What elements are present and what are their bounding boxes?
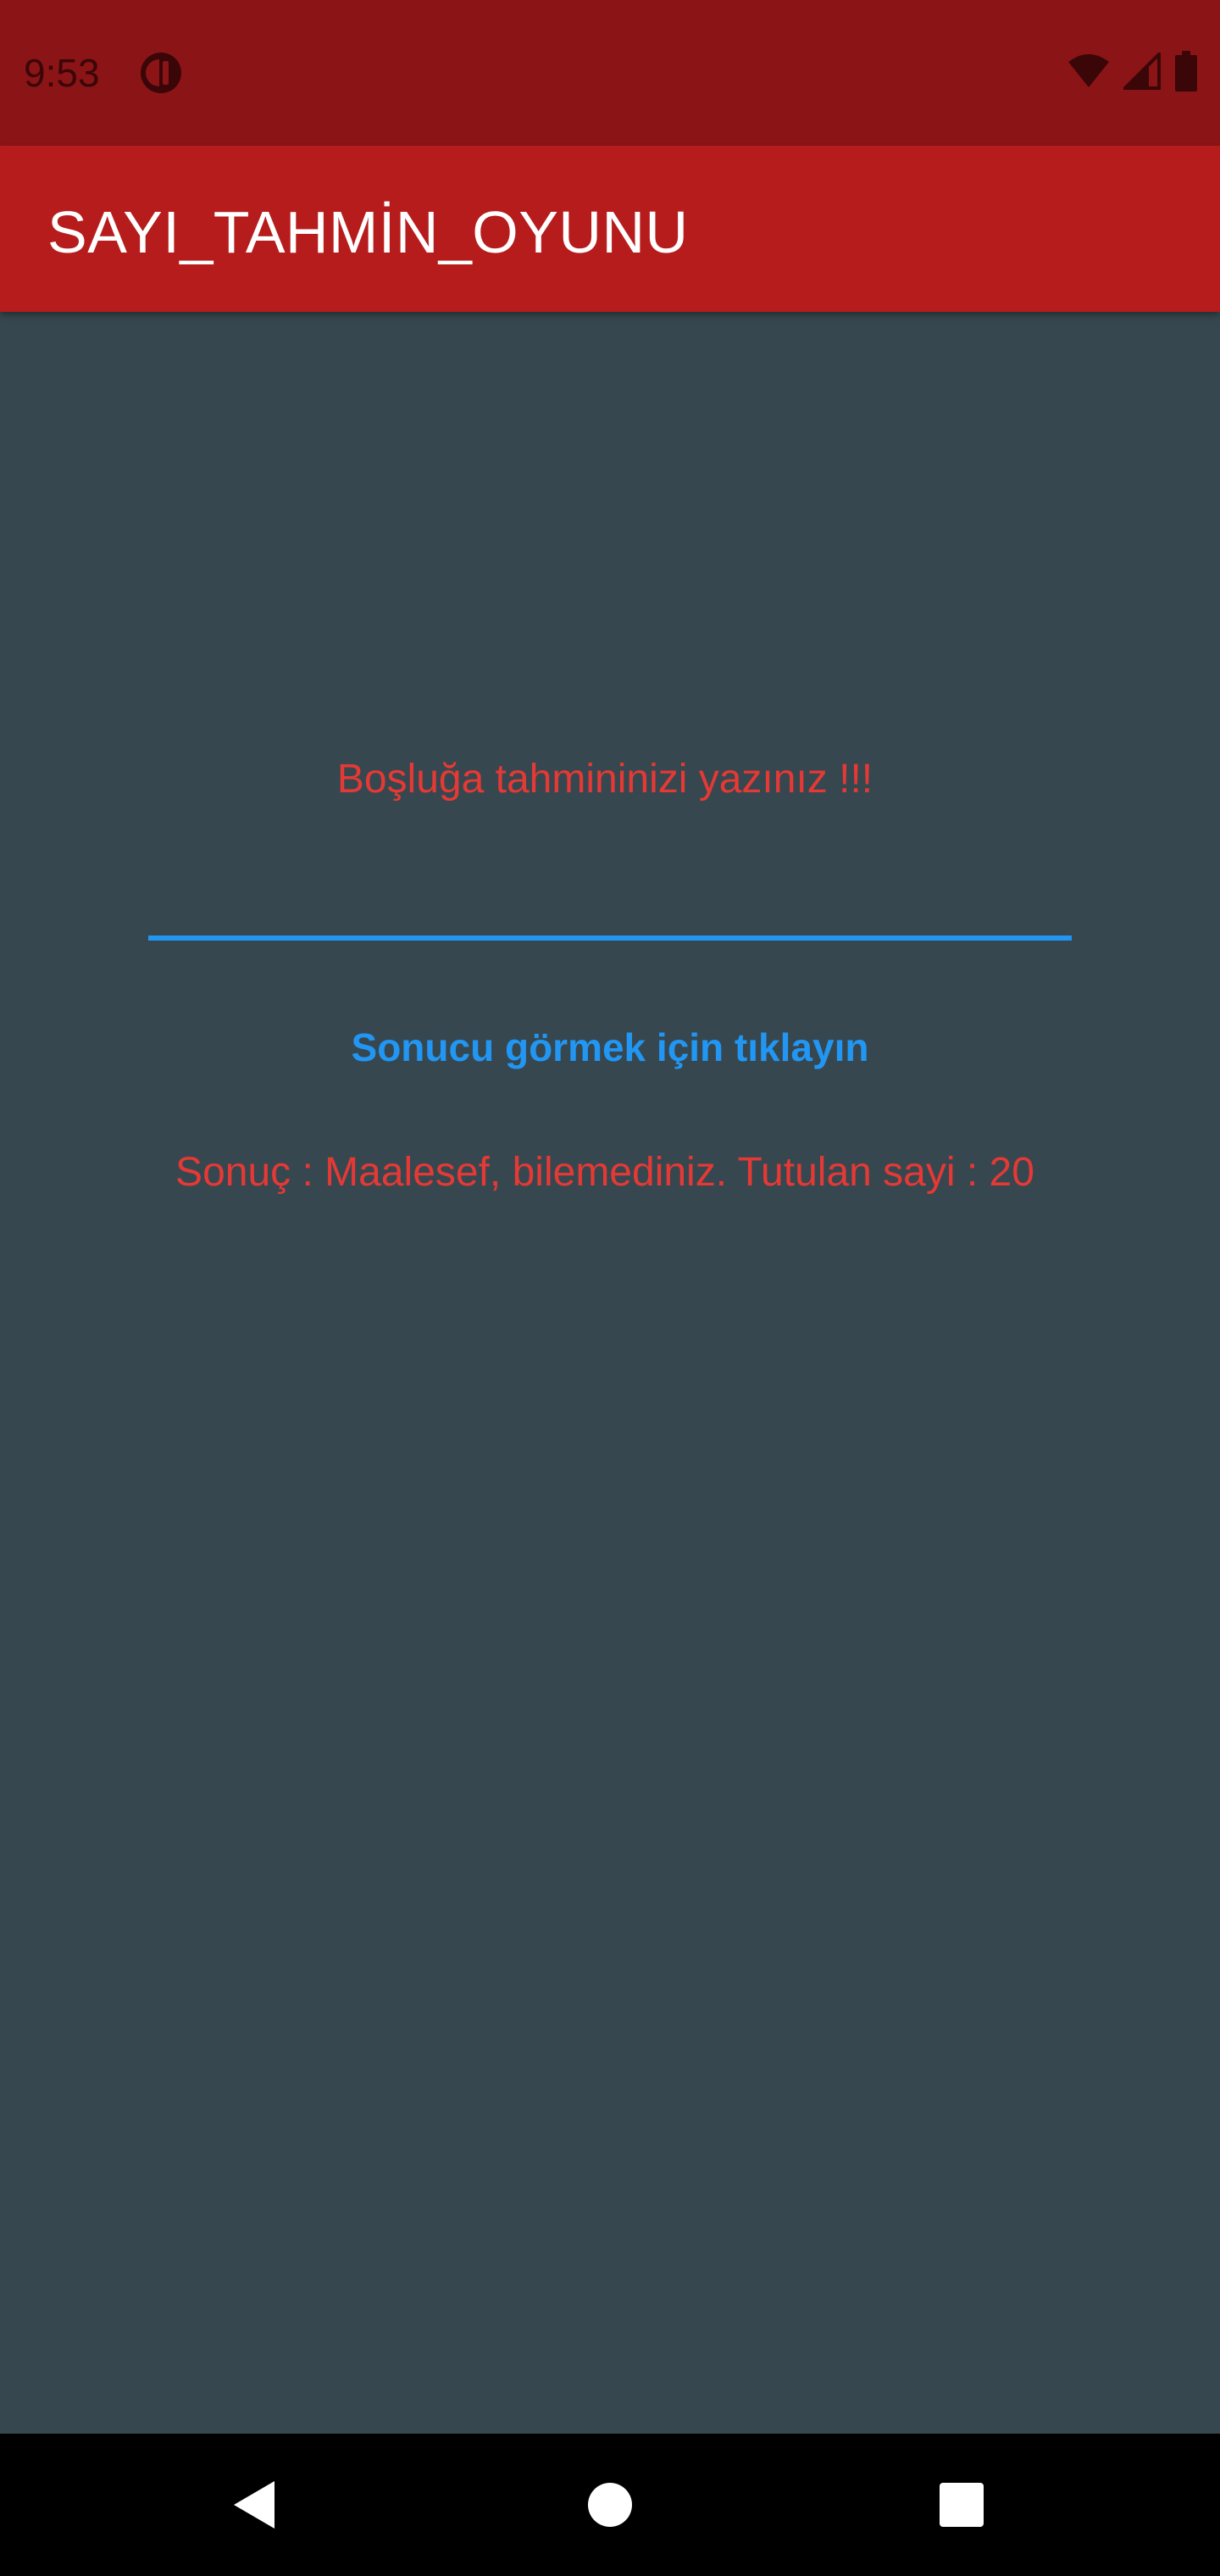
app-bar: SAYI_TAHMİN_OYUNU — [0, 146, 1220, 312]
app-title: SAYI_TAHMİN_OYUNU — [47, 199, 689, 265]
wifi-icon — [1068, 53, 1110, 93]
show-result-button[interactable]: Sonucu görmek için tıklayın — [322, 1008, 898, 1086]
status-icons — [1068, 49, 1198, 96]
back-icon[interactable] — [212, 2462, 297, 2547]
recents-icon[interactable] — [919, 2462, 1004, 2547]
cell-signal-icon — [1121, 49, 1161, 94]
app-notification-icon — [139, 51, 183, 95]
battery-icon — [1174, 50, 1198, 96]
status-time: 9:53 — [24, 51, 100, 95]
status-bar: 9:53 — [0, 0, 1220, 146]
guess-prompt: Boşluğa tahmininizi yazınız !!! — [336, 757, 873, 802]
navigation-bar — [0, 2434, 1220, 2576]
result-text: Sonuç : Maalesef, bilemediniz. Tutulan s… — [175, 1150, 1034, 1195]
home-icon[interactable] — [568, 2462, 652, 2547]
guess-input[interactable] — [148, 839, 1072, 941]
